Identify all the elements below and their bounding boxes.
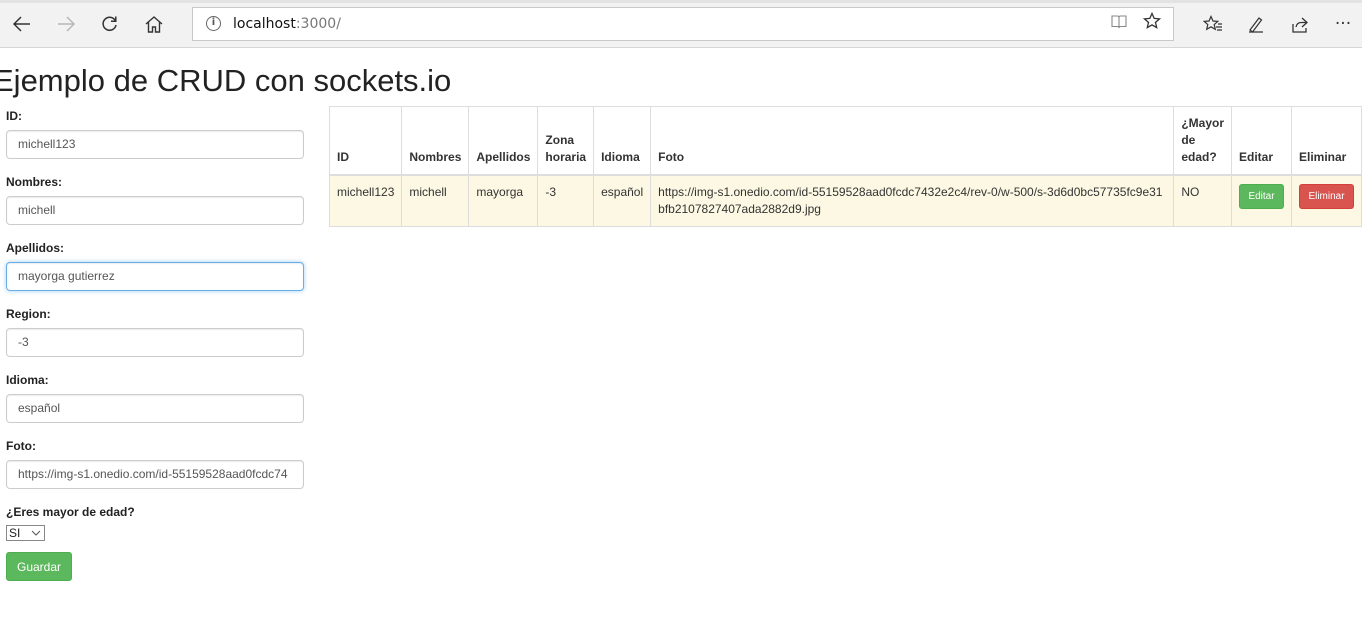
page-title: Ejemplo de CRUD con sockets.io — [0, 63, 452, 98]
forward-arrow-icon[interactable] — [49, 8, 83, 40]
url-text: localhost:3000/ — [233, 16, 341, 32]
cell-mayor: NO — [1173, 174, 1232, 227]
foto-input[interactable]: https://img-s1.onedio.com/id-55159528aad… — [6, 460, 304, 489]
cell-apellidos: mayorga — [468, 174, 539, 227]
header-eliminar: Eliminar — [1291, 106, 1362, 176]
back-arrow-icon[interactable] — [5, 8, 39, 40]
mayor-select-value: SI — [9, 526, 21, 540]
region-input[interactable]: -3 — [6, 328, 304, 357]
reading-view-icon[interactable] — [1111, 14, 1127, 33]
id-label: ID: — [6, 109, 22, 123]
user-form: ID: michell123 Nombres: michell Apellido… — [6, 106, 304, 581]
tab-strip — [0, 0, 1362, 3]
idioma-label: Idioma: — [6, 373, 49, 387]
pen-icon[interactable] — [1239, 8, 1273, 40]
favorites-list-icon[interactable] — [1196, 8, 1230, 40]
header-id: ID — [328, 106, 403, 176]
table-row: michell123 michell mayorga -3 español ht… — [328, 174, 1362, 227]
cell-idioma: español — [593, 174, 652, 227]
mayor-select[interactable]: SI — [6, 525, 45, 541]
mayor-label: ¿Eres mayor de edad? — [6, 505, 135, 519]
cell-zona: -3 — [537, 174, 595, 227]
header-foto: Foto — [650, 106, 1175, 176]
header-editar: Editar — [1231, 106, 1292, 176]
cell-nombres: michell — [401, 174, 470, 227]
cell-eliminar: Eliminar — [1291, 174, 1362, 227]
nombres-label: Nombres: — [6, 175, 63, 189]
foto-label: Foto: — [6, 439, 36, 453]
table-header-row: ID Nombres Apellidos Zona horaria Idioma… — [328, 106, 1362, 176]
region-label: Region: — [6, 307, 51, 321]
cell-foto: https://img-s1.onedio.com/id-55159528aad… — [650, 174, 1175, 227]
star-icon[interactable] — [1142, 11, 1162, 36]
header-mayor: ¿Mayor de edad? — [1173, 106, 1232, 176]
header-apellidos: Apellidos — [468, 106, 539, 176]
info-icon[interactable]: i — [206, 16, 221, 31]
id-input[interactable]: michell123 — [6, 130, 304, 159]
header-nombres: Nombres — [401, 106, 470, 176]
share-icon[interactable] — [1283, 8, 1317, 40]
refresh-icon[interactable] — [93, 8, 127, 40]
nombres-input[interactable]: michell — [6, 196, 304, 225]
address-bar[interactable]: i localhost:3000/ — [192, 7, 1174, 41]
browser-toolbar: i localhost:3000/ ··· — [0, 0, 1362, 48]
apellidos-input[interactable]: mayorga gutierrez — [6, 262, 304, 291]
header-idioma: Idioma — [593, 106, 652, 176]
users-table: ID Nombres Apellidos Zona horaria Idioma… — [328, 106, 1362, 227]
chevron-down-icon — [31, 526, 41, 545]
idioma-input[interactable]: español — [6, 394, 304, 423]
cell-id: michell123 — [328, 174, 403, 227]
apellidos-label: Apellidos: — [6, 241, 65, 255]
save-button[interactable]: Guardar — [6, 552, 72, 581]
home-icon[interactable] — [137, 8, 171, 40]
edit-button[interactable]: Editar — [1239, 184, 1284, 209]
cell-editar: Editar — [1231, 174, 1292, 227]
header-zona: Zona horaria — [537, 106, 595, 176]
delete-button[interactable]: Eliminar — [1299, 184, 1354, 209]
more-icon[interactable]: ··· — [1326, 8, 1360, 40]
